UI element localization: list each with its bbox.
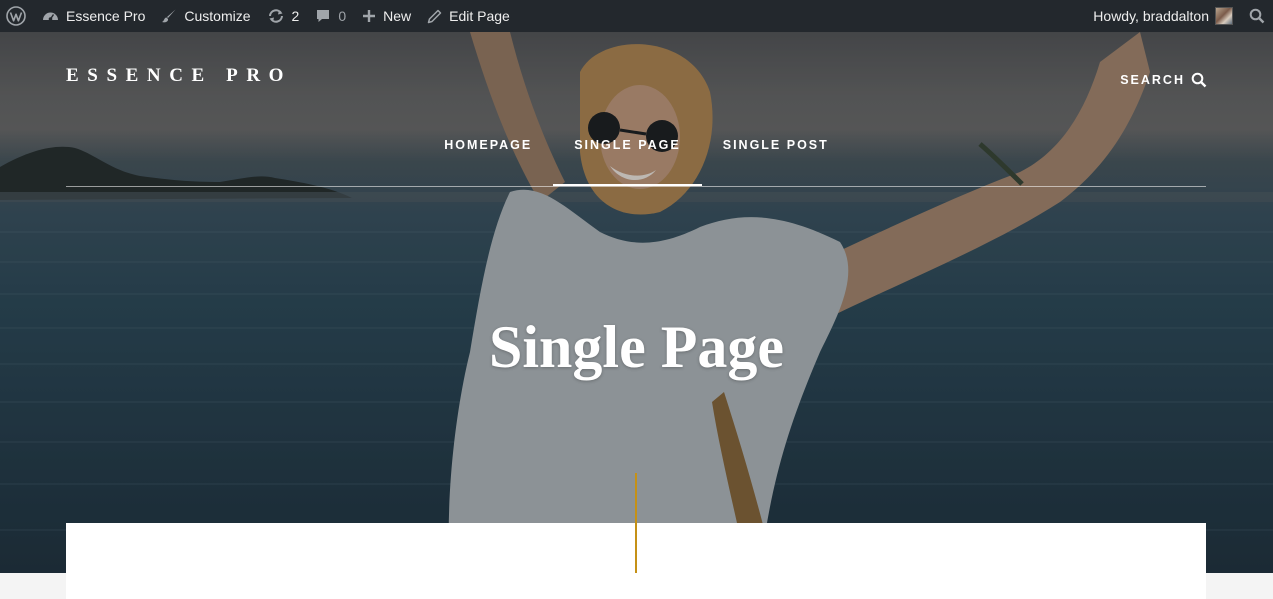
new-content-link[interactable]: New [354,0,419,32]
accent-divider [635,473,637,573]
site-title[interactable]: ESSENCE PRO [66,65,292,87]
plus-icon [362,9,376,23]
comments-count: 0 [338,8,347,24]
header-search-button[interactable]: SEARCH [1120,72,1207,88]
howdy-label: Howdy, braddalton [1093,8,1209,24]
site-name-link[interactable]: Essence Pro [34,0,153,32]
comment-icon [315,8,331,24]
pencil-icon [427,9,442,24]
new-label: New [383,8,412,24]
nav-item-single-post[interactable]: SINGLE POST [702,136,850,186]
nav-item-homepage[interactable]: HOMEPAGE [423,136,553,186]
search-label: SEARCH [1120,73,1185,87]
edit-page-label: Edit Page [449,8,510,24]
search-icon [1191,72,1207,88]
brush-icon [161,8,177,24]
search-icon [1249,8,1265,24]
updates-link[interactable]: 2 [259,0,308,32]
comments-link[interactable]: 0 [307,0,354,32]
nav-item-single-page[interactable]: SINGLE PAGE [553,136,702,186]
admin-toolbar: Essence Pro Customize 2 0 New Edit Page … [0,0,1273,32]
account-menu[interactable]: Howdy, braddalton [1085,0,1241,32]
page-title: Single Page [489,314,784,380]
customize-link[interactable]: Customize [153,0,258,32]
dashboard-icon [42,8,59,24]
wordpress-logo-icon[interactable] [0,0,34,32]
updates-count: 2 [291,8,300,24]
updates-icon [267,8,285,24]
edit-page-link[interactable]: Edit Page [419,0,518,32]
customize-label: Customize [184,8,251,24]
nav-divider [66,186,1206,187]
primary-navigation: HOMEPAGE SINGLE PAGE SINGLE POST [0,136,1273,186]
adminbar-search-button[interactable] [1241,0,1273,32]
avatar [1215,7,1233,25]
site-name-label: Essence Pro [66,8,146,24]
